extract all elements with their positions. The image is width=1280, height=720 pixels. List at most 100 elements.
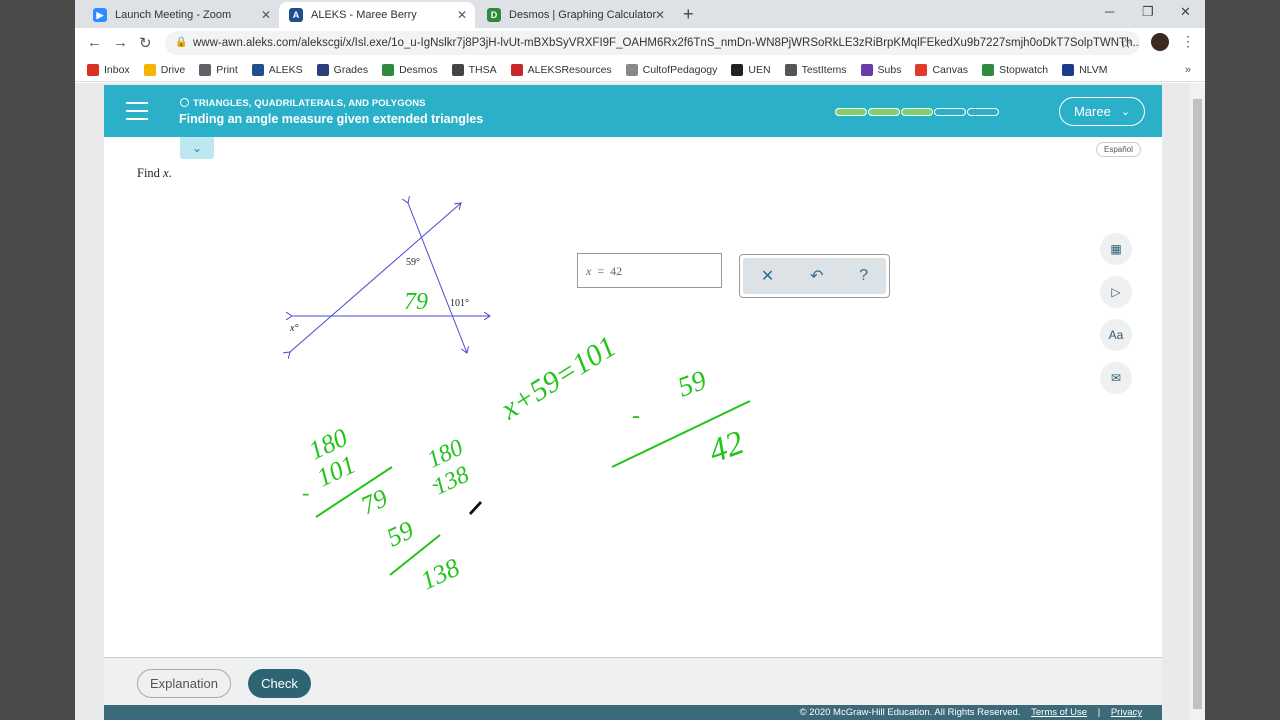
diagram-line [290,203,461,352]
bookmark-label: ALEKS [268,63,303,76]
calculator-icon[interactable]: ▦ [1100,233,1132,265]
more-bookmarks-icon[interactable]: » [1185,64,1191,76]
bookmark-label: Stopwatch [999,63,1049,76]
tab-aleks[interactable]: A ALEKS - Maree Berry ✕ [279,2,475,28]
check-button[interactable]: Check [248,669,311,698]
bookmark-subs[interactable]: Subs [860,63,902,76]
tab-desmos[interactable]: D Desmos | Graphing Calculator ✕ [477,2,673,28]
bookmark-grades[interactable]: Grades [316,63,369,76]
bookmark-stopwatch[interactable]: Stopwatch [982,63,1049,76]
back-icon[interactable]: ← [87,34,102,51]
bookmark-label: THSA [468,63,497,76]
ink-work1-79: 79 [356,483,392,520]
close-icon[interactable]: ✕ [457,8,467,22]
copyright-text: © 2020 McGraw-Hill Education. All Rights… [799,707,1021,718]
bookmark-icon [1062,63,1075,76]
aleks-icon: A [289,8,303,22]
ink-minus: - [432,473,439,495]
answer-value: 42 [610,264,623,278]
pen-cursor-icon [469,501,482,515]
handwritten-work: 79 x+59=101 59 - 42 180 101 - 79 59 138 … [302,289,751,596]
bookmarks-bar: Inbox Drive Print ALEKS Grades Desmos THSA ALEK… [75,58,1205,82]
bookmark-label: TestItems [801,63,847,76]
bookmark-label: ALEKSResources [527,63,612,76]
bookmark-label: Grades [333,63,369,76]
tab-title: ALEKS - Maree Berry [311,9,417,21]
answer-variable: x [586,264,592,278]
scrollbar-thumb[interactable] [1193,99,1202,709]
menu-icon[interactable]: ⋮ [1181,33,1195,50]
bookmark-inbox[interactable]: Inbox [87,63,130,76]
explanation-button[interactable]: Explanation [137,669,231,698]
ink-work1-138: 138 [416,553,464,596]
undo-icon[interactable]: ↶ [810,266,823,286]
ink-work1-59: 59 [382,515,418,552]
bookmark-icon [510,63,523,76]
bookmark-nlvm[interactable]: NLVM [1062,63,1108,76]
aleks-content: TRIANGLES, QUADRILATERALS, AND POLYGONS … [104,85,1162,720]
answer-equals: = [597,264,605,278]
restore-icon[interactable]: ❐ [1142,4,1154,20]
bookmark-desmos[interactable]: Desmos [382,63,438,76]
ink-sub-59: 59 [674,365,711,404]
bookmark-icon [251,63,264,76]
avatar[interactable] [1151,33,1169,51]
close-icon[interactable]: ✕ [261,8,271,22]
bookmark-print[interactable]: Print [199,63,238,76]
tab-title: Launch Meeting - Zoom [115,9,232,21]
bookmark-icon [982,63,995,76]
bookmark-thsa[interactable]: THSA [451,63,497,76]
new-tab-button[interactable]: + [683,4,694,25]
bookmark-label: Drive [160,63,186,76]
scrollbar[interactable] [1190,83,1205,720]
tab-zoom[interactable]: ▶ Launch Meeting - Zoom ✕ [83,2,279,28]
bookmark-testitems[interactable]: TestItems [784,63,847,76]
privacy-link[interactable]: Privacy [1111,707,1142,718]
tab-strip: ▶ Launch Meeting - Zoom ✕ A ALEKS - Mare… [75,0,1205,28]
mail-icon[interactable]: ✉ [1100,362,1132,394]
url-text: www-awn.aleks.com/alekscgi/x/Isl.exe/1o_… [193,37,1140,49]
bookmark-cultofpedagogy[interactable]: CultofPedagogy [625,63,717,76]
bookmark-canvas[interactable]: Canvas [915,63,969,76]
bookmark-label: Canvas [932,63,969,76]
desmos-icon: D [487,8,501,22]
answer-input[interactable]: x = 42 [577,253,722,288]
bookmark-drive[interactable]: Drive [143,63,186,76]
bookmark-icon [316,63,329,76]
window-close-icon[interactable]: ✕ [1180,4,1191,20]
bookmark-icon [451,63,464,76]
video-icon[interactable]: ▷ [1100,276,1132,308]
clear-icon[interactable]: ✕ [761,266,774,286]
reload-icon[interactable]: ↻ [139,34,152,52]
address-bar[interactable]: 🔒 www-awn.aleks.com/alekscgi/x/Isl.exe/1… [165,31,1140,55]
bookmark-icon [784,63,797,76]
address-row: ← → ↻ 🔒 www-awn.aleks.com/alekscgi/x/Isl… [75,28,1205,58]
bookmark-aleks[interactable]: ALEKS [251,63,303,76]
bookmark-icon [143,63,156,76]
page-area: TRIANGLES, QUADRILATERALS, AND POLYGONS … [75,83,1205,720]
dictionary-icon[interactable]: Aa [1100,319,1132,351]
answer-tools: ✕ ↶ ? [739,254,890,298]
bookmark-uen[interactable]: UEN [731,63,771,76]
ink-result-42: 42 [704,424,749,470]
bookmark-label: UEN [748,63,771,76]
forward-icon[interactable]: → [113,34,128,51]
terms-link[interactable]: Terms of Use [1031,707,1087,718]
bookmark-aleksresources[interactable]: ALEKSResources [510,63,612,76]
minimize-icon[interactable]: ─ [1105,4,1114,19]
bookmark-icon [731,63,744,76]
zoom-icon: ▶ [93,8,107,22]
action-bar: Explanation Check [104,657,1162,707]
bookmark-label: Desmos [399,63,438,76]
bookmark-label: Subs [877,63,902,76]
help-icon[interactable]: ? [859,267,868,285]
footer-separator: | [1097,707,1101,718]
close-icon[interactable]: ✕ [655,8,665,22]
bookmark-label: NLVM [1079,63,1108,76]
angle-label-101: 101° [450,298,469,309]
bookmark-star-icon[interactable]: ☆ [1119,31,1132,55]
angle-label-59: 59° [406,257,420,268]
bookmark-icon [87,63,99,76]
tab-title: Desmos | Graphing Calculator [509,9,657,21]
bookmark-icon [625,63,638,76]
